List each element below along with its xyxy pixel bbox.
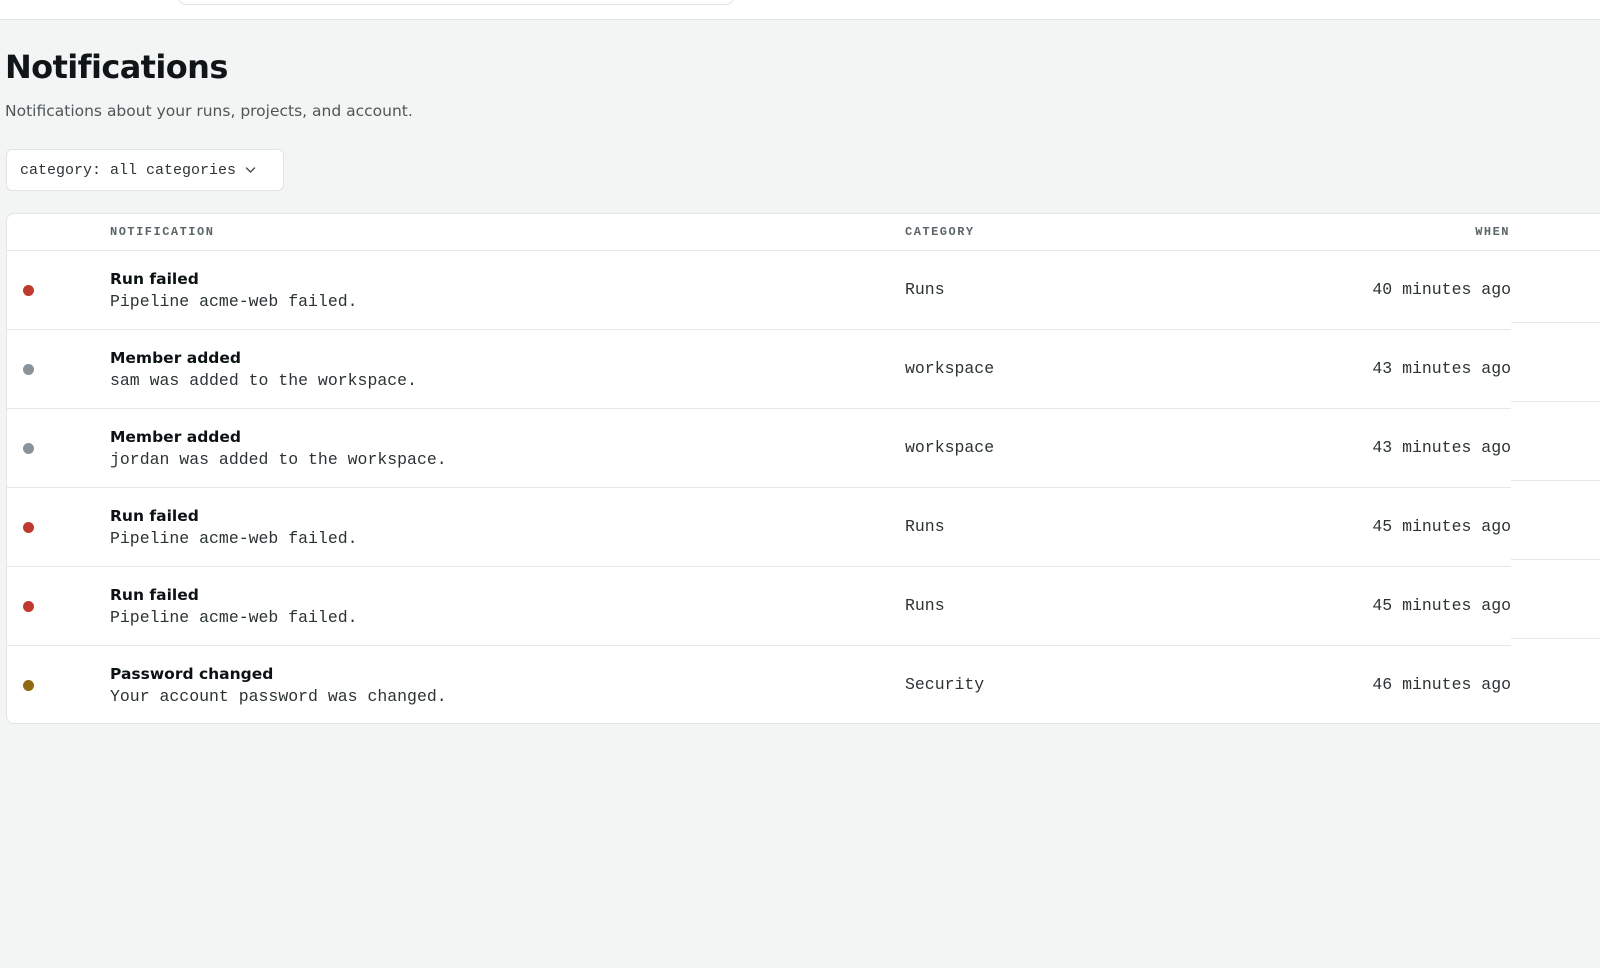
search-input[interactable] <box>178 0 734 5</box>
column-header-category: CATEGORY <box>905 225 975 239</box>
status-dot-icon <box>23 601 34 612</box>
notification-category: Runs <box>905 596 945 615</box>
row-divider <box>1511 559 1600 560</box>
notification-category: Runs <box>905 517 945 536</box>
notification-title: Run failed <box>110 586 199 604</box>
row-divider <box>1511 480 1600 481</box>
notification-category: workspace <box>905 359 995 378</box>
status-dot-icon <box>23 364 34 375</box>
page-title: Notifications <box>5 48 228 86</box>
table-row[interactable]: Password changed Your account password w… <box>7 646 1511 723</box>
notification-time: 43 minutes ago <box>1372 438 1511 457</box>
notification-category: Runs <box>905 280 945 299</box>
notification-title: Member added <box>110 428 241 446</box>
column-header-when: WHEN <box>1475 225 1510 239</box>
row-divider <box>1511 638 1600 639</box>
notification-category: workspace <box>905 438 995 457</box>
category-filter-dropdown[interactable]: category: all categories <box>6 149 284 191</box>
notification-time: 45 minutes ago <box>1372 596 1511 615</box>
notification-time: 45 minutes ago <box>1372 517 1511 536</box>
notification-category: Security <box>905 675 985 694</box>
notification-description: Pipeline acme-web failed. <box>110 292 358 311</box>
table-row[interactable]: Run failed Pipeline acme-web failed. Run… <box>7 567 1511 646</box>
status-dot-icon <box>23 522 34 533</box>
page-subtitle: Notifications about your runs, projects,… <box>5 102 413 120</box>
notification-description: jordan was added to the workspace. <box>110 450 447 469</box>
notification-title: Run failed <box>110 507 199 525</box>
status-dot-icon <box>23 285 34 296</box>
notification-time: 46 minutes ago <box>1372 675 1511 694</box>
status-dot-icon <box>23 443 34 454</box>
column-header-notification: NOTIFICATION <box>110 225 215 239</box>
notification-description: Pipeline acme-web failed. <box>110 608 358 627</box>
notification-title: Password changed <box>110 665 274 683</box>
category-filter-label: category: all categories <box>20 161 237 179</box>
table-row[interactable]: Run failed Pipeline acme-web failed. Run… <box>7 251 1511 330</box>
table-header: NOTIFICATION CATEGORY WHEN <box>7 214 1600 251</box>
row-divider <box>1511 401 1600 402</box>
top-bar <box>0 0 1600 20</box>
table-row[interactable]: Member added sam was added to the worksp… <box>7 330 1511 409</box>
table-row[interactable]: Member added jordan was added to the wor… <box>7 409 1511 488</box>
table-row[interactable]: Run failed Pipeline acme-web failed. Run… <box>7 488 1511 567</box>
row-divider <box>1511 322 1600 323</box>
notification-time: 43 minutes ago <box>1372 359 1511 378</box>
notification-title: Run failed <box>110 270 199 288</box>
chevron-down-icon <box>245 166 256 174</box>
notification-description: Pipeline acme-web failed. <box>110 529 358 548</box>
notification-description: Your account password was changed. <box>110 687 447 706</box>
notification-time: 40 minutes ago <box>1372 280 1511 299</box>
status-dot-icon <box>23 680 34 691</box>
notification-title: Member added <box>110 349 241 367</box>
notifications-table: NOTIFICATION CATEGORY WHEN Run failed Pi… <box>6 213 1600 724</box>
notification-description: sam was added to the workspace. <box>110 371 417 390</box>
